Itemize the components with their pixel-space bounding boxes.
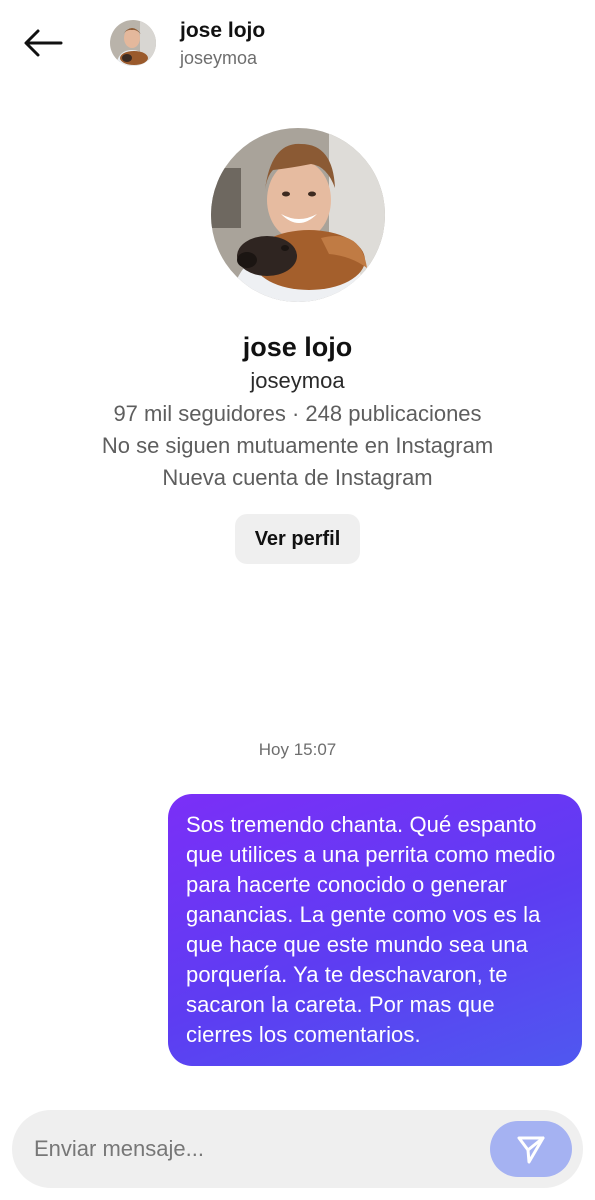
message-timestamp: Hoy 15:07 bbox=[258, 740, 337, 759]
profile-avatar[interactable] bbox=[210, 128, 385, 302]
header-avatar[interactable] bbox=[110, 20, 156, 66]
message-input[interactable] bbox=[34, 1129, 474, 1169]
header-username: joseymoa bbox=[180, 48, 258, 68]
header-name[interactable]: jose lojo bbox=[180, 19, 265, 43]
outgoing-message-bubble[interactable]: Sos tremendo chanta. Qué espanto que uti… bbox=[168, 794, 582, 1066]
account-status: Nueva cuenta de Instagram bbox=[162, 465, 433, 490]
arrow-left-icon bbox=[24, 29, 63, 57]
send-button[interactable] bbox=[490, 1121, 572, 1177]
send-paper-plane-icon bbox=[517, 1136, 545, 1164]
back-button[interactable] bbox=[18, 22, 68, 64]
profile-name: jose lojo bbox=[242, 332, 353, 362]
message-composer bbox=[12, 1110, 583, 1188]
chat-header: jose lojo joseymoa bbox=[0, 0, 595, 90]
view-profile-button[interactable]: Ver perfil bbox=[234, 514, 361, 564]
mutual-follow-status: No se siguen mutuamente en Instagram bbox=[101, 433, 494, 458]
profile-username: joseymoa bbox=[250, 368, 345, 393]
profile-card: jose lojo joseymoa 97 mil seguidores · 2… bbox=[0, 128, 595, 564]
profile-stats: 97 mil seguidores · 248 publicaciones bbox=[113, 401, 482, 426]
